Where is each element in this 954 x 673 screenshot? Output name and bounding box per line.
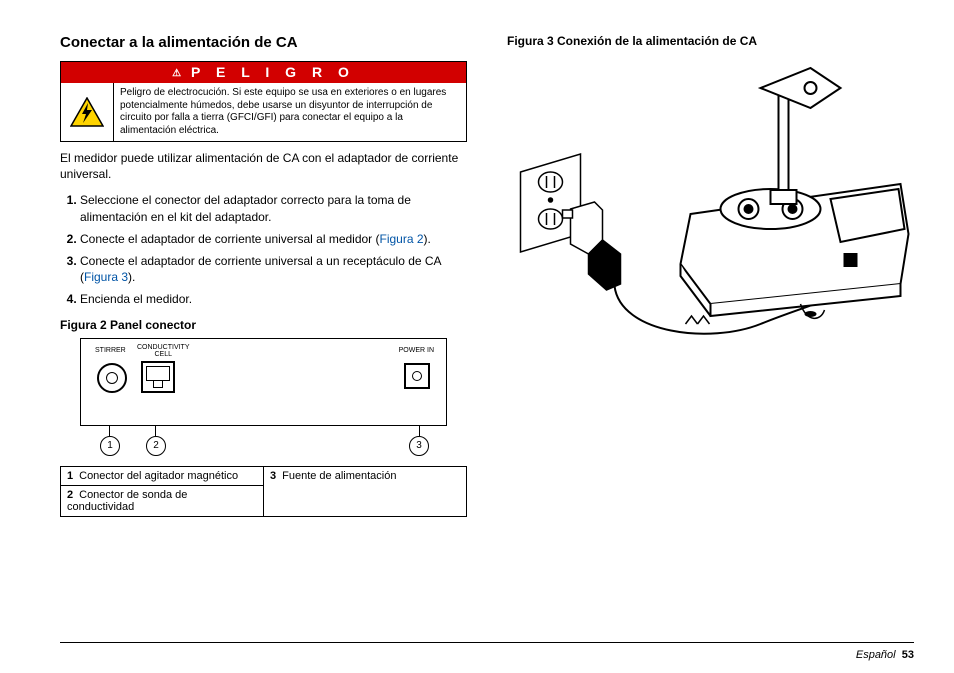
step-4: Encienda el medidor.	[80, 291, 467, 307]
legend-row-2: 2Conector de sonda de conductividad	[61, 485, 264, 516]
conductivity-connector-icon	[141, 361, 175, 393]
figure-2-caption: Figura 2 Panel conector	[60, 318, 467, 332]
figure-3-caption: Figura 3 Conexión de la alimentación de …	[507, 34, 914, 48]
intro-text: El medidor puede utilizar alimentación d…	[60, 150, 467, 182]
figure-3-link[interactable]: Figura 3	[84, 270, 128, 284]
danger-body: Peligro de electrocución. Si este equipo…	[61, 83, 466, 141]
page-content: Conectar a la alimentación de CA ⚠ P E L…	[0, 0, 954, 517]
shock-hazard-icon	[61, 83, 114, 141]
figure-3-illustration	[507, 54, 914, 364]
step-3: Conecte el adaptador de corriente univer…	[80, 253, 467, 285]
figure-2: STIRRER CONDUCTIVITY CELL POWER IN 1 2 3	[60, 338, 467, 462]
section-heading: Conectar a la alimentación de CA	[60, 34, 467, 51]
legend-row-3: 3Fuente de alimentación	[264, 466, 467, 516]
connector-panel: STIRRER CONDUCTIVITY CELL POWER IN	[80, 338, 447, 426]
figure-2-link[interactable]: Figura 2	[380, 232, 424, 246]
label-stirrer: STIRRER	[95, 347, 126, 354]
label-power: POWER IN	[399, 347, 434, 354]
footer: Español 53	[856, 649, 914, 661]
label-conductivity: CONDUCTIVITY CELL	[137, 344, 190, 358]
legend-table: 1Conector del agitador magnético 3Fuente…	[60, 466, 467, 517]
footer-page: 53	[902, 649, 914, 661]
danger-text: Peligro de electrocución. Si este equipo…	[114, 83, 466, 141]
left-column: Conectar a la alimentación de CA ⚠ P E L…	[60, 34, 467, 517]
right-column: Figura 3 Conexión de la alimentación de …	[507, 34, 914, 517]
power-connector-icon	[404, 363, 430, 389]
danger-header-text: P E L I G R O	[191, 64, 355, 80]
legend-row-1: 1Conector del agitador magnético	[61, 466, 264, 485]
danger-box: ⚠ P E L I G R O Peligro de electrocución…	[60, 61, 467, 142]
danger-header: ⚠ P E L I G R O	[61, 62, 466, 83]
stirrer-connector-icon	[97, 363, 127, 393]
steps-list: Seleccione el conector del adaptador cor…	[60, 192, 467, 307]
callout-row: 1 2 3	[80, 432, 447, 462]
callout-3: 3	[409, 436, 429, 456]
footer-language: Español	[856, 649, 896, 661]
callout-1: 1	[100, 436, 120, 456]
step-2: Conecte el adaptador de corriente univer…	[80, 231, 467, 247]
footer-rule	[60, 642, 914, 643]
step-1: Seleccione el conector del adaptador cor…	[80, 192, 467, 224]
callout-2: 2	[146, 436, 166, 456]
